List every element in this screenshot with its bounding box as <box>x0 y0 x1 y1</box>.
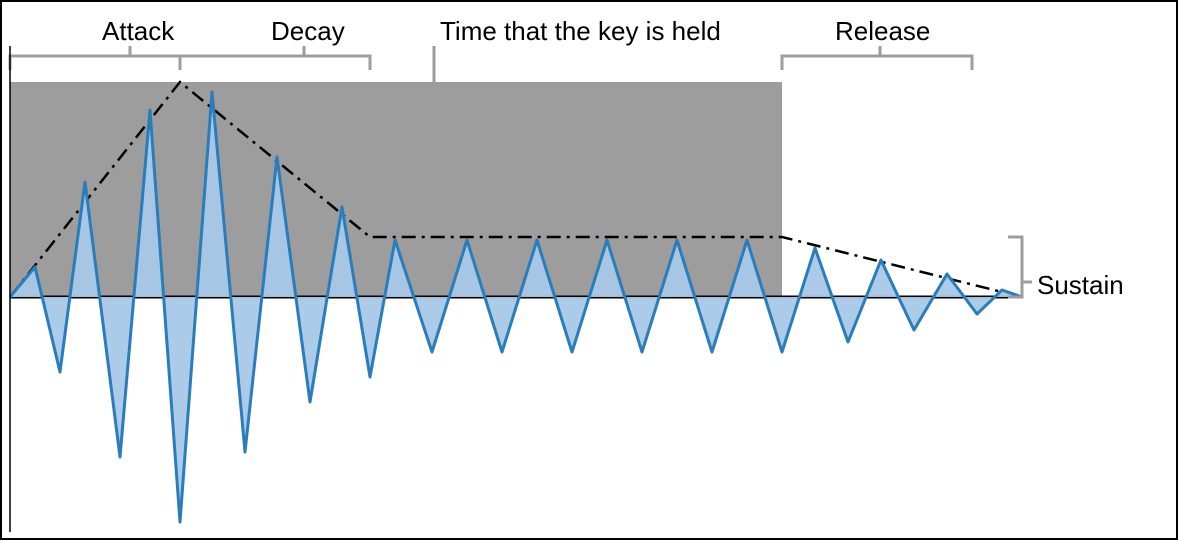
bracket-sustain <box>1008 237 1032 297</box>
label-release: Release <box>835 16 930 47</box>
label-sustain: Sustain <box>1037 270 1124 301</box>
bracket-decay <box>180 46 370 70</box>
bracket-release <box>782 46 972 70</box>
adsr-svg <box>2 2 1176 538</box>
adsr-diagram: Attack Decay Time that the key is held R… <box>0 0 1178 540</box>
label-decay: Decay <box>271 16 345 47</box>
label-hold: Time that the key is held <box>440 16 721 47</box>
label-attack: Attack <box>102 16 174 47</box>
bracket-attack <box>10 46 180 70</box>
